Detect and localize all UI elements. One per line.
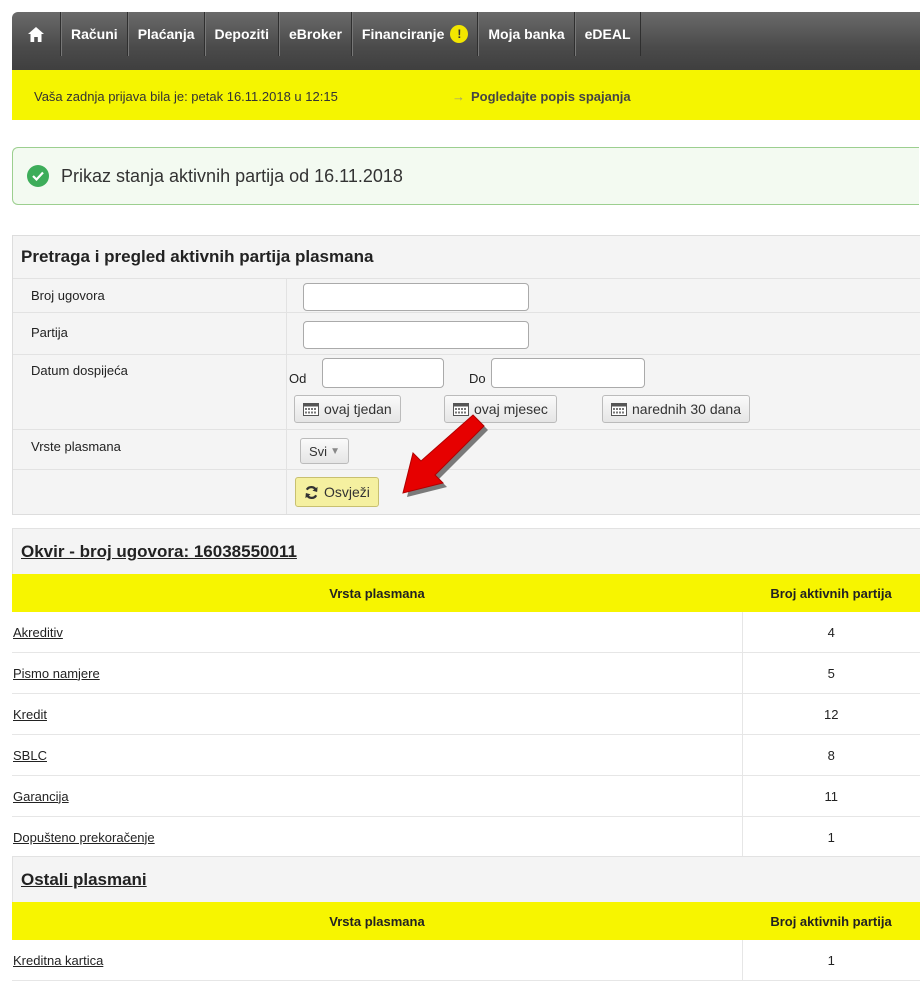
row-account: Partija <box>13 312 920 355</box>
from-date-input[interactable] <box>322 358 444 388</box>
chevron-down-icon: ▼ <box>330 445 340 457</box>
connections-link-label: Pogledajte popis spajanja <box>471 89 631 104</box>
to-label: Do <box>469 371 486 386</box>
row-count-cell: 1 <box>741 940 920 981</box>
this-week-label: ovaj tjedan <box>324 401 392 417</box>
refresh-button[interactable]: Osvježi <box>295 477 379 507</box>
row-type-link[interactable]: SBLC <box>13 748 47 763</box>
table-row: SBLC 8 <box>12 734 920 776</box>
arrow-right-icon: → <box>452 89 465 104</box>
row-type-cell: Dopušteno prekoračenje <box>12 816 742 858</box>
row-type-link[interactable]: Kredit <box>13 707 47 722</box>
due-date-label: Datum dospijeća <box>31 363 128 378</box>
column-header-type: Vrsta plasmana <box>12 902 742 940</box>
nav-racuni-label: Računi <box>71 26 118 42</box>
frame-section-title: Okvir - broj ugovora: 16038550011 <box>12 528 920 576</box>
row-type-cell: Akreditiv <box>12 612 742 653</box>
checkmark-icon <box>27 165 49 187</box>
refresh-label: Osvježi <box>324 484 370 500</box>
other-table: Vrsta plasmana Broj aktivnih partija Kre… <box>12 902 920 981</box>
nav-racuni[interactable]: Računi <box>61 12 128 56</box>
info-bar: Vaša zadnja prijava bila je: petak 16.11… <box>12 70 920 120</box>
nav-placanja-label: Plaćanja <box>137 26 195 42</box>
frame-title-text[interactable]: Okvir - broj ugovora: 16038550011 <box>21 542 297 562</box>
search-panel-title: Pretraga i pregled aktivnih partija plas… <box>21 247 374 266</box>
row-type-cell: Garancija <box>12 775 742 817</box>
types-select[interactable]: Svi ▼ <box>300 438 349 464</box>
row-type-cell: SBLC <box>12 734 742 776</box>
nav-ebroker[interactable]: eBroker <box>278 12 352 56</box>
row-count-cell: 1 <box>741 816 920 858</box>
nav-depoziti-label: Depoziti <box>214 26 269 42</box>
row-type-cell: Kreditna kartica <box>12 940 742 981</box>
table-row: Akreditiv 4 <box>12 612 920 653</box>
table-row: Dopušteno prekoračenje 1 <box>12 816 920 858</box>
nav-financiranje-label: Financiranje <box>361 26 445 42</box>
status-text: Prikaz stanja aktivnih partija od 16.11.… <box>61 166 403 186</box>
last-login-text: Vaša zadnja prijava bila je: petak 16.11… <box>34 89 338 104</box>
row-count-cell: 5 <box>741 652 920 694</box>
row-count-cell: 8 <box>741 734 920 776</box>
row-type-link[interactable]: Kreditna kartica <box>13 953 103 968</box>
nav-depoziti[interactable]: Depoziti <box>204 12 279 56</box>
other-section-title: Ostali plasmani <box>12 856 920 904</box>
row-count-cell: 4 <box>741 612 920 653</box>
row-count-cell: 12 <box>741 693 920 735</box>
to-date-input[interactable] <box>491 358 645 388</box>
frame-table: Vrsta plasmana Broj aktivnih partija Akr… <box>12 574 920 858</box>
column-header-count: Broj aktivnih partija <box>742 574 920 612</box>
contract-label: Broj ugovora <box>31 288 105 303</box>
table-row: Kreditna kartica 1 <box>12 940 920 981</box>
refresh-icon <box>305 485 318 499</box>
next-30-days-button[interactable]: narednih 30 dana <box>602 395 750 423</box>
types-selected-value: Svi <box>309 443 328 459</box>
status-message: Prikaz stanja aktivnih partija od 16.11.… <box>12 147 919 205</box>
red-arrow-annotation <box>402 414 488 497</box>
nav-ebroker-label: eBroker <box>288 26 342 42</box>
row-type-link[interactable]: Garancija <box>13 789 69 804</box>
nav-edeal-label: eDEAL <box>584 26 631 42</box>
account-label: Partija <box>31 325 68 340</box>
row-type-cell: Pismo namjere <box>12 652 742 694</box>
table-row: Kredit 12 <box>12 693 920 735</box>
calendar-icon <box>303 403 319 416</box>
contract-input[interactable] <box>303 283 529 311</box>
this-week-button[interactable]: ovaj tjedan <box>294 395 401 423</box>
row-type-link[interactable]: Pismo namjere <box>13 666 100 681</box>
next-30-days-label: narednih 30 dana <box>632 401 741 417</box>
table-row: Pismo namjere 5 <box>12 652 920 694</box>
table-row: Garancija 11 <box>12 775 920 817</box>
connections-link[interactable]: → Pogledajte popis spajanja <box>452 89 631 104</box>
home-icon[interactable] <box>12 12 61 56</box>
row-type-cell: Kredit <box>12 693 742 735</box>
row-contract: Broj ugovora <box>13 278 920 313</box>
nav-moja-banka-label: Moja banka <box>488 26 565 42</box>
notification-badge: ! <box>450 25 469 43</box>
types-label: Vrste plasmana <box>31 439 121 454</box>
other-title-text: Ostali plasmani <box>21 870 147 889</box>
from-label: Od <box>289 371 307 386</box>
nav-financiranje[interactable]: Financiranje! <box>351 12 479 56</box>
nav-placanja[interactable]: Plaćanja <box>127 12 205 56</box>
account-input[interactable] <box>303 321 529 349</box>
column-header-count: Broj aktivnih partija <box>742 902 920 940</box>
row-type-link[interactable]: Dopušteno prekoračenje <box>13 830 155 845</box>
nav-moja-banka[interactable]: Moja banka <box>478 12 575 56</box>
row-count-cell: 11 <box>741 775 920 817</box>
top-navigation: Računi Plaćanja Depoziti eBroker Financi… <box>12 12 920 70</box>
nav-edeal[interactable]: eDEAL <box>574 12 641 56</box>
calendar-icon <box>611 403 627 416</box>
row-type-link[interactable]: Akreditiv <box>13 625 63 640</box>
column-header-type: Vrsta plasmana <box>12 574 742 612</box>
